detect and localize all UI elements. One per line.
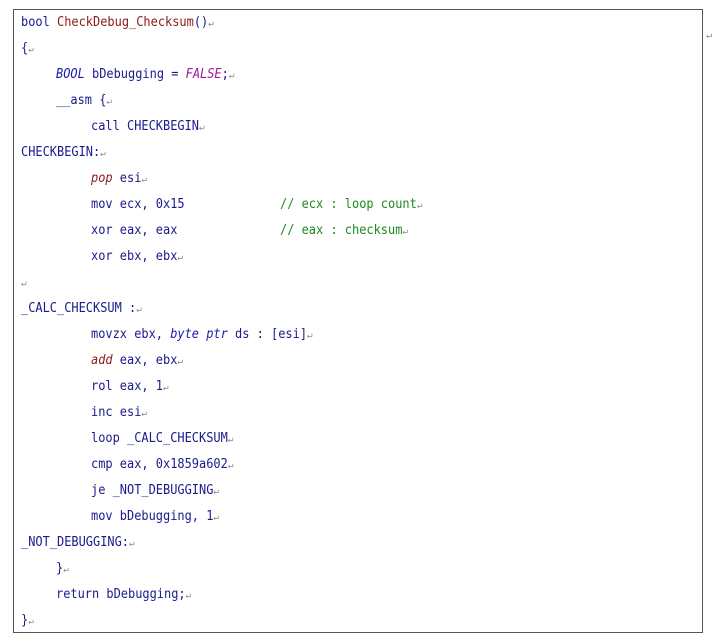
code-token: add (91, 353, 113, 368)
code-token: movzx ebx, (91, 327, 171, 342)
paragraph-mark: ↵ (100, 148, 106, 159)
paragraph-mark: ↵ (199, 122, 205, 133)
code-line: }↵ (56, 559, 69, 579)
code-token: inc esi (91, 405, 142, 420)
code-line: CHECKBEGIN:↵ (21, 143, 106, 163)
code-token: BOOL (56, 67, 85, 82)
paragraph-mark: ↵ (227, 434, 234, 445)
paragraph-mark: ↵ (213, 486, 219, 497)
code-line: BOOL bDebugging = FALSE;↵ (56, 65, 234, 85)
code-token: eax, ebx (112, 353, 178, 368)
paragraph-mark: ↵ (106, 96, 112, 107)
code-token: byte ptr (170, 327, 228, 342)
paragraph-mark: ↵ (307, 330, 313, 341)
code-token: mov ecx, 0x15 (91, 197, 185, 212)
code-comment: // ecx : loop count↵ (280, 195, 422, 215)
code-line: return bDebugging;↵ (56, 585, 191, 605)
paragraph-mark: ↵ (177, 356, 183, 367)
code-line: mov ecx, 0x15 (91, 195, 185, 215)
code-token: // eax : checksum (280, 223, 403, 238)
code-token: return bDebugging; (56, 587, 186, 602)
code-comment: // eax : checksum↵ (280, 221, 408, 241)
code-token: () (193, 15, 209, 30)
code-line: add eax, ebx↵ (91, 351, 183, 371)
paragraph-mark: ↵ (213, 512, 219, 523)
code-token: je _NOT_DEBUGGING (91, 483, 214, 498)
code-token: loop _CALC_CHECKSUM (91, 431, 228, 446)
paragraph-mark: ↵ (129, 538, 135, 549)
code-line: rol eax, 1↵ (91, 377, 169, 397)
code-token: // ecx : loop count (280, 197, 417, 212)
paragraph-mark: ↵ (21, 278, 27, 289)
code-line: movzx ebx, byte ptr ds : [esi]↵ (91, 325, 313, 345)
paragraph-mark: ↵ (141, 408, 147, 419)
code-token: mov bDebugging, 1 (91, 509, 214, 524)
paragraph-mark: ↵ (402, 226, 408, 237)
code-line: pop esi↵ (91, 169, 147, 189)
paragraph-mark: ↵ (163, 382, 169, 393)
paragraph-mark: ↵ (141, 174, 147, 185)
paragraph-mark: ↵ (208, 18, 214, 29)
code-line: __asm {↵ (56, 91, 112, 111)
code-token: pop (91, 171, 113, 186)
code-token: CheckDebug_Checksum (57, 15, 194, 30)
code-token: } (56, 561, 64, 576)
code-token: __asm { (56, 93, 107, 108)
code-line: je _NOT_DEBUGGING↵ (91, 481, 219, 501)
code-line: call CHECKBEGIN↵ (91, 117, 205, 137)
code-token: xor ebx, ebx (91, 249, 178, 264)
paragraph-mark: ↵ (227, 460, 234, 471)
code-line: _NOT_DEBUGGING:↵ (21, 533, 135, 553)
paragraph-mark: ↵ (706, 30, 713, 41)
code-token: esi (112, 171, 142, 186)
code-line: {↵ (21, 39, 34, 59)
code-line: ↵ (21, 273, 27, 293)
code-token: } (21, 613, 29, 628)
code-token: ; (221, 67, 229, 82)
code-line: }↵ (21, 611, 34, 631)
code-token: { (21, 41, 29, 56)
paragraph-mark: ↵ (136, 304, 142, 315)
code-token: xor eax, eax (91, 223, 178, 238)
paragraph-mark: ↵ (185, 590, 192, 601)
code-line: mov bDebugging, 1↵ (91, 507, 219, 527)
code-token: call CHECKBEGIN (91, 119, 200, 134)
code-line: bool CheckDebug_Checksum()↵ (21, 13, 214, 33)
code-token: FALSE (185, 67, 222, 82)
code-token: _CALC_CHECKSUM : (21, 301, 137, 316)
code-line: loop _CALC_CHECKSUM↵ (91, 429, 233, 449)
code-token: _NOT_DEBUGGING: (21, 535, 130, 550)
code-line: xor ebx, ebx↵ (91, 247, 183, 267)
paragraph-mark: ↵ (177, 252, 183, 263)
code-token: cmp eax, 0x1859a602 (91, 457, 228, 472)
code-line: _CALC_CHECKSUM :↵ (21, 299, 142, 319)
code-token: bool (21, 15, 50, 30)
code-block: bool CheckDebug_Checksum()↵ {↵ BOOL bDeb… (13, 9, 703, 633)
paragraph-mark: ↵ (63, 564, 69, 575)
code-token: bDebugging = (84, 67, 186, 82)
code-line: cmp eax, 0x1859a602↵ (91, 455, 233, 475)
code-line: xor eax, eax (91, 221, 177, 241)
paragraph-mark: ↵ (228, 70, 235, 81)
code-line: inc esi↵ (91, 403, 147, 423)
code-token: rol eax, 1 (91, 379, 164, 394)
code-token: CHECKBEGIN: (21, 145, 101, 160)
paragraph-mark: ↵ (28, 616, 34, 627)
paragraph-mark: ↵ (28, 44, 34, 55)
paragraph-mark: ↵ (416, 200, 423, 211)
code-token: ds : [esi] (227, 327, 308, 342)
